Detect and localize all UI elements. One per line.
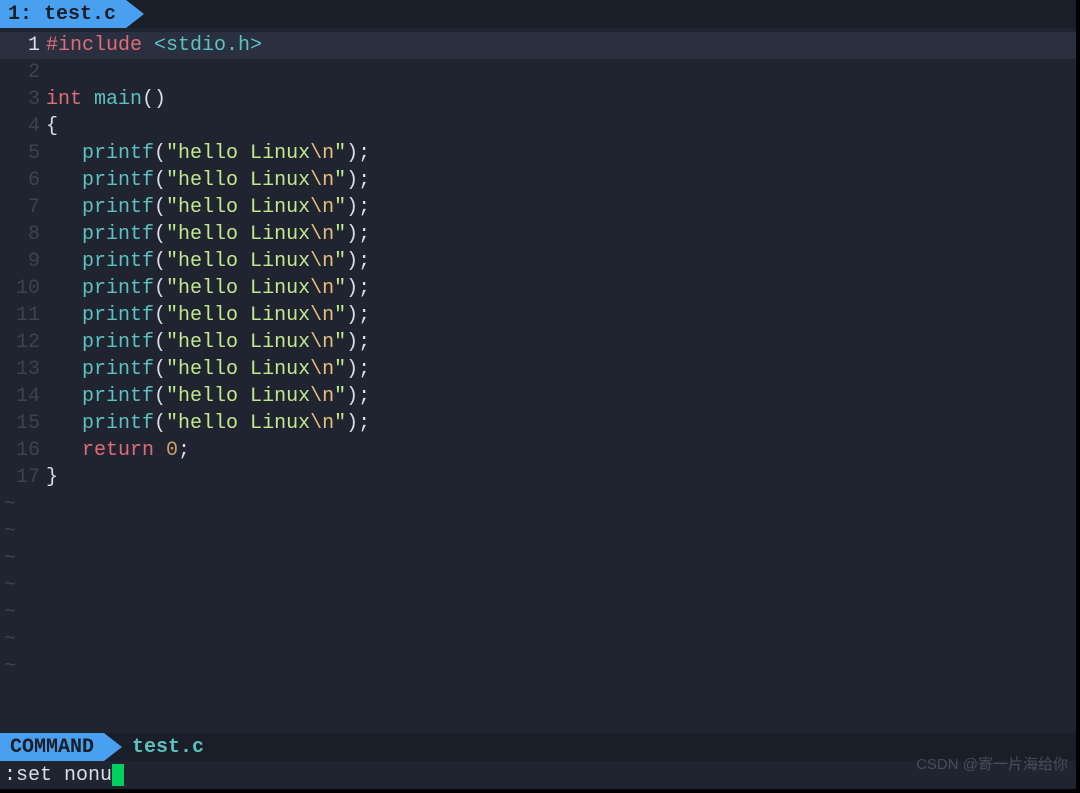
line-number: 15 <box>0 410 46 437</box>
line-number: 10 <box>0 275 46 302</box>
code-line[interactable]: 9 printf("hello Linux\n"); <box>0 248 1076 275</box>
status-filename: test.c <box>132 733 204 761</box>
code-content: printf("hello Linux\n"); <box>46 140 370 167</box>
code-content: printf("hello Linux\n"); <box>46 221 370 248</box>
cursor <box>112 764 124 786</box>
code-content: printf("hello Linux\n"); <box>46 248 370 275</box>
code-line[interactable]: 6 printf("hello Linux\n"); <box>0 167 1076 194</box>
code-line[interactable]: 5 printf("hello Linux\n"); <box>0 140 1076 167</box>
code-content: } <box>46 464 58 491</box>
tab-file[interactable]: 1: test.c <box>0 0 126 28</box>
line-number: 11 <box>0 302 46 329</box>
code-line[interactable]: 1#include <stdio.h> <box>0 32 1076 59</box>
line-number: 6 <box>0 167 46 194</box>
command-text: :set nonu <box>4 762 112 789</box>
code-line[interactable]: 13 printf("hello Linux\n"); <box>0 356 1076 383</box>
code-line[interactable]: 14 printf("hello Linux\n"); <box>0 383 1076 410</box>
code-content: int main() <box>46 86 166 113</box>
code-line[interactable]: 17} <box>0 464 1076 491</box>
code-content: printf("hello Linux\n"); <box>46 194 370 221</box>
line-number: 2 <box>0 59 46 86</box>
code-content: printf("hello Linux\n"); <box>46 302 370 329</box>
line-number: 5 <box>0 140 46 167</box>
code-content: { <box>46 113 58 140</box>
command-line[interactable]: :set nonu <box>0 761 1076 789</box>
line-number: 17 <box>0 464 46 491</box>
mode-badge: COMMAND <box>0 733 104 761</box>
code-line[interactable]: 11 printf("hello Linux\n"); <box>0 302 1076 329</box>
line-number: 14 <box>0 383 46 410</box>
code-line[interactable]: 2 <box>0 59 1076 86</box>
code-line[interactable]: 8 printf("hello Linux\n"); <box>0 221 1076 248</box>
line-number: 8 <box>0 221 46 248</box>
code-line[interactable]: 3int main() <box>0 86 1076 113</box>
vim-editor[interactable]: 1: test.c 1#include <stdio.h>23int main(… <box>0 0 1076 789</box>
code-line[interactable]: 15 printf("hello Linux\n"); <box>0 410 1076 437</box>
code-content: printf("hello Linux\n"); <box>46 383 370 410</box>
code-content: printf("hello Linux\n"); <box>46 275 370 302</box>
code-line[interactable]: 12 printf("hello Linux\n"); <box>0 329 1076 356</box>
code-line[interactable]: 16 return 0; <box>0 437 1076 464</box>
line-number: 3 <box>0 86 46 113</box>
line-number: 12 <box>0 329 46 356</box>
code-content: #include <stdio.h> <box>46 32 262 59</box>
code-line[interactable]: 4{ <box>0 113 1076 140</box>
code-area[interactable]: 1#include <stdio.h>23int main()4{5 print… <box>0 28 1076 733</box>
code-content: return 0; <box>46 437 190 464</box>
line-number: 1 <box>0 32 46 59</box>
line-number: 9 <box>0 248 46 275</box>
code-content: printf("hello Linux\n"); <box>46 329 370 356</box>
code-content: printf("hello Linux\n"); <box>46 356 370 383</box>
line-number: 7 <box>0 194 46 221</box>
code-content: printf("hello Linux\n"); <box>46 167 370 194</box>
line-number: 16 <box>0 437 46 464</box>
watermark: CSDN @寄一片海给你 <box>916 755 1068 775</box>
line-number: 4 <box>0 113 46 140</box>
code-line[interactable]: 10 printf("hello Linux\n"); <box>0 275 1076 302</box>
tab-bar: 1: test.c <box>0 0 1076 28</box>
code-content: printf("hello Linux\n"); <box>46 410 370 437</box>
code-line[interactable]: 7 printf("hello Linux\n"); <box>0 194 1076 221</box>
empty-lines: ~~~~~~~ <box>0 491 1076 680</box>
status-bar: COMMAND test.c <box>0 733 1076 761</box>
line-number: 13 <box>0 356 46 383</box>
